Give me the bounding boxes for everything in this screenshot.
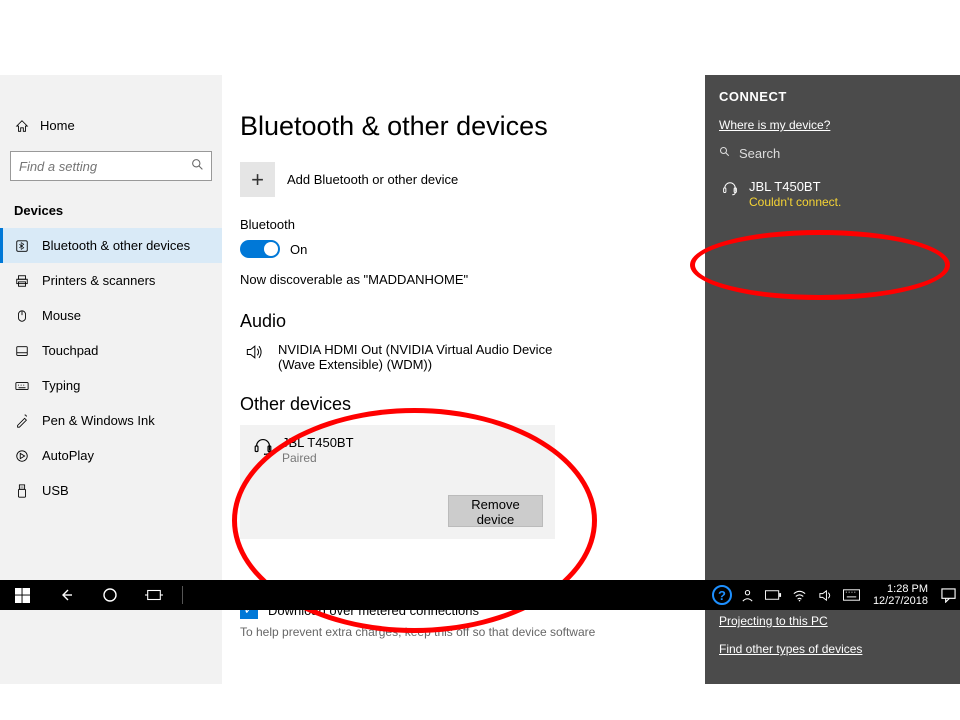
add-device-button[interactable]: + Add Bluetooth or other device (240, 162, 681, 197)
projecting-link[interactable]: Projecting to this PC (719, 614, 946, 628)
wifi-tray-icon[interactable] (787, 580, 813, 610)
sidebar-item-bt[interactable]: Bluetooth & other devices (0, 228, 222, 263)
sidebar-item-label: Bluetooth & other devices (42, 238, 190, 253)
sidebar-item-label: AutoPlay (42, 448, 94, 463)
connect-search-label: Search (739, 146, 780, 161)
volume-tray-icon[interactable] (813, 580, 839, 610)
connect-device-status: Couldn't connect. (749, 195, 841, 209)
sidebar-item-label: Touchpad (42, 343, 98, 358)
add-device-label: Add Bluetooth or other device (287, 172, 458, 187)
connect-title: CONNECT (719, 89, 946, 104)
sidebar-section-heading: Devices (0, 195, 222, 228)
connect-device-item[interactable]: JBL T450BT Couldn't connect. (719, 179, 946, 209)
sidebar-items-list: Bluetooth & other devices Printers & scan… (0, 228, 222, 508)
action-center-button[interactable] (936, 580, 960, 610)
printer-icon (14, 274, 30, 288)
where-is-device-link[interactable]: Where is my device? (719, 118, 946, 132)
help-tray-icon[interactable]: ? (709, 580, 735, 610)
device-status: Paired (282, 451, 354, 465)
connect-search-row: Search (719, 146, 946, 161)
audio-device-name: NVIDIA HDMI Out (NVIDIA Virtual Audio De… (278, 342, 578, 372)
connect-bottom-links: Projecting to this PC Find other types o… (719, 614, 946, 670)
taskbar-time: 1:28 PM (873, 583, 928, 595)
sidebar-home-label: Home (40, 118, 75, 133)
cortana-button[interactable] (88, 580, 132, 610)
taskbar: ? 1:28 PM 12/27/2018 (0, 580, 960, 610)
audio-section-heading: Audio (240, 311, 681, 332)
search-icon (719, 146, 731, 161)
plus-icon: + (240, 162, 275, 197)
bluetooth-label: Bluetooth (240, 217, 681, 232)
connect-device-name: JBL T450BT (749, 179, 841, 194)
sidebar-search-input[interactable] (10, 151, 212, 181)
bt-icon (14, 239, 30, 253)
sidebar-search-wrap (10, 151, 212, 181)
taskbar-date: 12/27/2018 (873, 595, 928, 607)
sidebar-item-label: Typing (42, 378, 80, 393)
discoverable-text: Now discoverable as "MADDANHOME" (240, 272, 681, 287)
sidebar-item-usb[interactable]: USB (0, 473, 222, 508)
audio-device-row[interactable]: NVIDIA HDMI Out (NVIDIA Virtual Audio De… (240, 342, 681, 372)
device-name: JBL T450BT (282, 435, 354, 450)
other-device-card[interactable]: JBL T450BT Paired Remove device (240, 425, 555, 539)
metered-help-text: To help prevent extra charges, keep this… (240, 625, 681, 639)
bluetooth-state: On (290, 242, 307, 257)
sidebar-item-label: Pen & Windows Ink (42, 413, 155, 428)
usb-icon (14, 484, 30, 498)
remove-device-button[interactable]: Remove device (448, 495, 543, 527)
toggle-knob (264, 242, 278, 256)
back-button[interactable] (44, 580, 88, 610)
sidebar-item-touchpad[interactable]: Touchpad (0, 333, 222, 368)
keyboard-tray-icon[interactable] (839, 580, 865, 610)
home-icon (14, 119, 30, 133)
system-tray: ? 1:28 PM 12/27/2018 (709, 580, 960, 610)
touchpad-icon (14, 344, 30, 358)
start-button[interactable] (0, 580, 44, 610)
sidebar-item-label: Printers & scanners (42, 273, 155, 288)
sidebar-item-pen[interactable]: Pen & Windows Ink (0, 403, 222, 438)
bluetooth-toggle[interactable] (240, 240, 280, 258)
people-tray-icon[interactable] (735, 580, 761, 610)
taskbar-divider (182, 586, 183, 604)
sidebar-item-typing[interactable]: Typing (0, 368, 222, 403)
sidebar-item-mouse[interactable]: Mouse (0, 298, 222, 333)
other-devices-heading: Other devices (240, 394, 681, 415)
find-other-devices-link[interactable]: Find other types of devices (719, 642, 946, 656)
autoplay-icon (14, 449, 30, 463)
sidebar-item-printer[interactable]: Printers & scanners (0, 263, 222, 298)
sidebar-home[interactable]: Home (0, 110, 222, 141)
task-view-button[interactable] (132, 580, 176, 610)
bluetooth-toggle-row: On (240, 240, 681, 258)
sidebar-item-label: USB (42, 483, 69, 498)
battery-tray-icon[interactable] (761, 580, 787, 610)
typing-icon (14, 379, 30, 393)
page-title: Bluetooth & other devices (240, 111, 681, 142)
sidebar-item-label: Mouse (42, 308, 81, 323)
speaker-icon (240, 342, 268, 372)
headset-icon (252, 435, 282, 465)
mouse-icon (14, 309, 30, 323)
headset-icon (719, 179, 741, 197)
sidebar-item-autoplay[interactable]: AutoPlay (0, 438, 222, 473)
taskbar-clock[interactable]: 1:28 PM 12/27/2018 (865, 583, 936, 607)
pen-icon (14, 414, 30, 428)
